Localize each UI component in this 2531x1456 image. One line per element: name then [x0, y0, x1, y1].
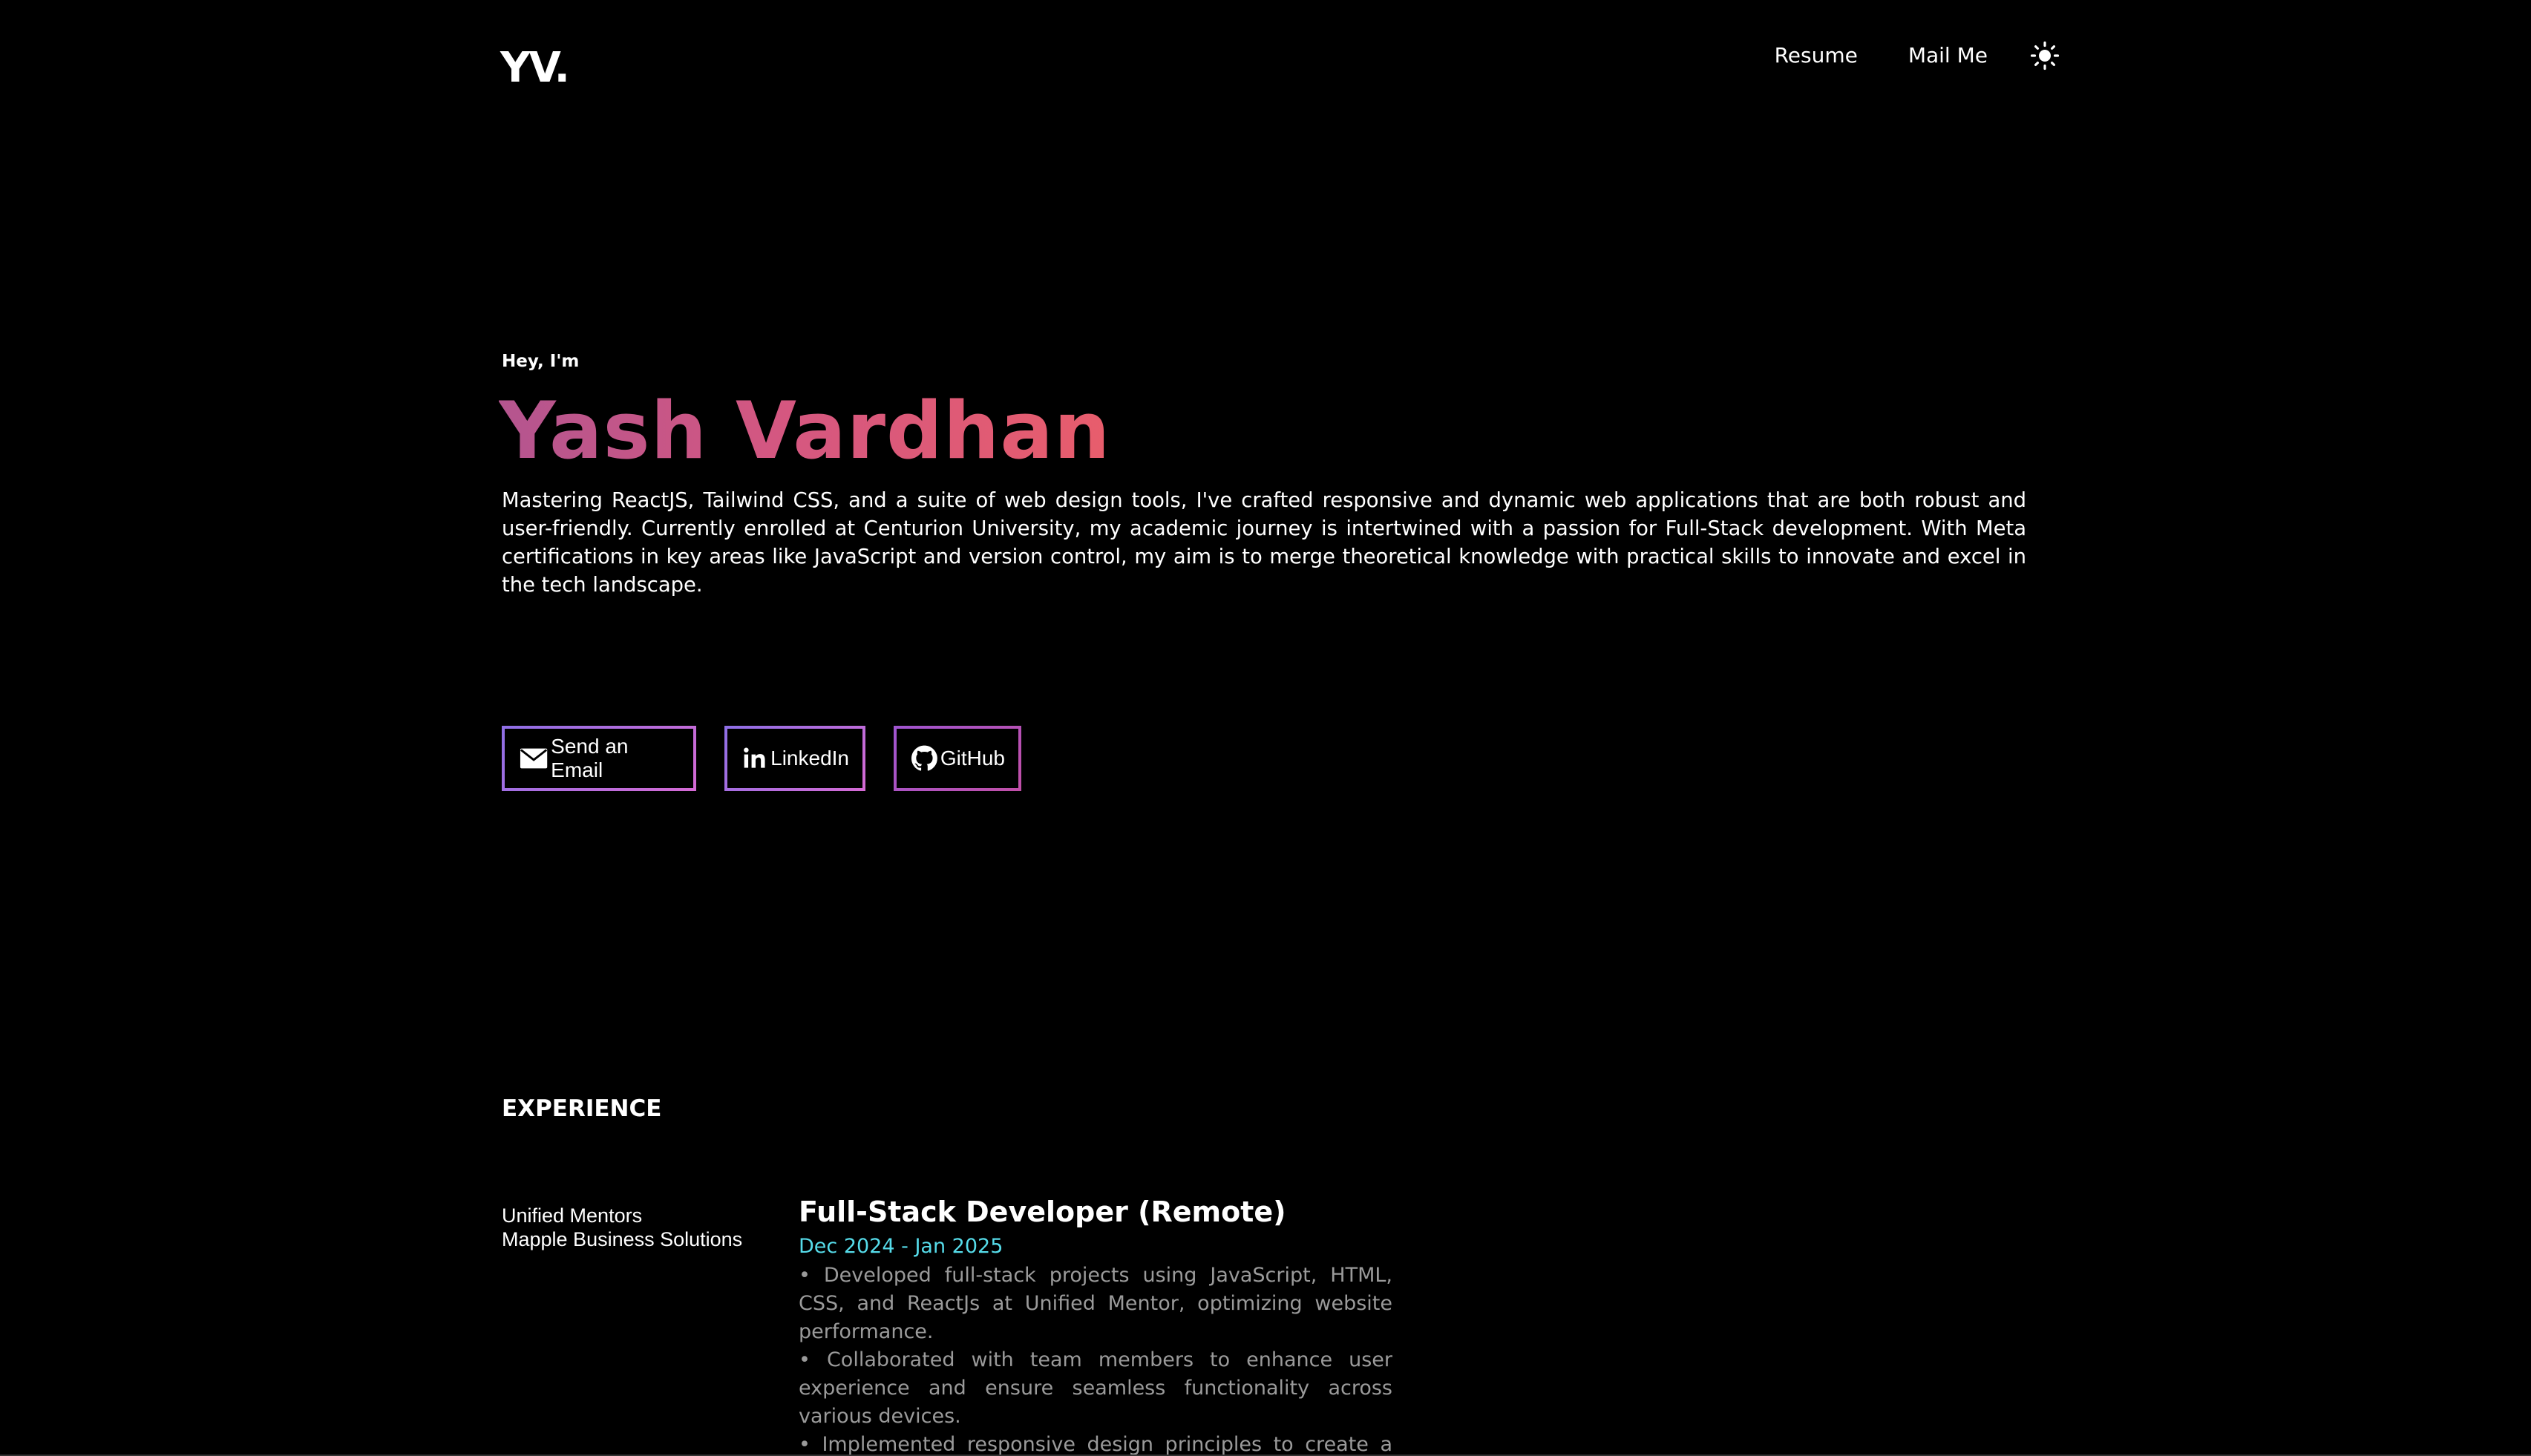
company-name: Unified Mentors	[502, 1204, 643, 1227]
role-dates: Dec 2024 - Jan 2025	[799, 1235, 1003, 1258]
github-icon	[911, 745, 937, 771]
social-buttons: Send an Email LinkedIn GitHub	[502, 726, 1021, 791]
company-name: Mapple Business Solutions	[502, 1228, 743, 1250]
page: YV. Resume Mail Me Hey, I'm Yash Vardhan…	[0, 0, 2531, 1456]
mail-icon	[520, 748, 548, 769]
experience-role: Full-Stack Developer (Remote) Dec 2024 -…	[799, 1193, 1392, 1456]
nav-resume-link[interactable]: Resume	[1775, 40, 1858, 71]
linkedin-icon	[744, 747, 765, 768]
top-nav: Resume Mail Me	[1775, 40, 2060, 71]
linkedin-button[interactable]: LinkedIn	[724, 726, 865, 791]
role-bullet: • Developed full-stack projects using Ja…	[799, 1264, 1392, 1343]
role-bullets: • Developed full-stack projects using Ja…	[799, 1262, 1392, 1456]
nav-mail-link[interactable]: Mail Me	[1908, 40, 1988, 71]
hero-bio: Mastering ReactJS, Tailwind CSS, and a s…	[502, 489, 2026, 597]
linkedin-label: LinkedIn	[770, 747, 849, 770]
send-email-label: Send an Email	[551, 735, 629, 781]
github-label: GitHub	[940, 747, 1005, 770]
sun-icon	[2030, 41, 2060, 70]
role-title: Full-Stack Developer (Remote)	[799, 1196, 1286, 1228]
experience-heading: EXPERIENCE	[502, 1095, 662, 1122]
github-button[interactable]: GitHub	[894, 726, 1021, 791]
role-bullet: • Implemented responsive design principl…	[799, 1433, 1392, 1456]
hero-greeting: Hey, I'm	[502, 352, 580, 371]
experience-companies: Unified Mentors Mapple Business Solution…	[502, 1204, 742, 1251]
theme-toggle-button[interactable]	[2029, 40, 2060, 71]
role-bullet: • Collaborated with team members to enha…	[799, 1348, 1392, 1428]
hero-name: Yash Vardhan	[499, 383, 1110, 479]
site-logo[interactable]: YV.	[500, 46, 570, 91]
send-email-button[interactable]: Send an Email	[502, 726, 696, 791]
